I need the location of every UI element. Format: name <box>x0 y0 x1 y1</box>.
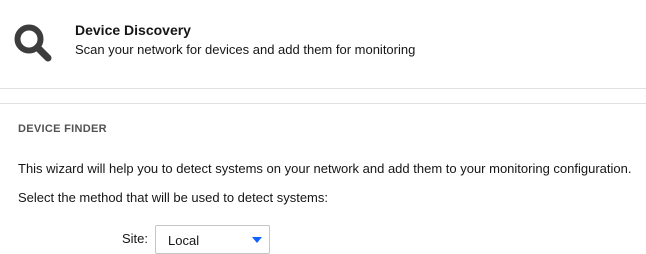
section-gap <box>0 89 646 103</box>
chevron-down-icon <box>252 237 262 243</box>
method-prompt: Select the method that will be used to d… <box>18 190 328 205</box>
page-header: Device Discovery Scan your network for d… <box>0 0 646 89</box>
site-select-value: Local <box>168 233 200 248</box>
page-title: Device Discovery <box>75 22 191 38</box>
device-finder-panel: DEVICE FINDER This wizard will help you … <box>0 103 646 254</box>
wizard-description: This wizard will help you to detect syst… <box>18 161 632 176</box>
site-label: Site: <box>122 231 149 246</box>
site-select[interactable]: Local <box>155 225 270 254</box>
section-title: DEVICE FINDER <box>18 123 107 135</box>
page-subtitle: Scan your network for devices and add th… <box>75 42 416 57</box>
search-icon <box>14 24 52 62</box>
